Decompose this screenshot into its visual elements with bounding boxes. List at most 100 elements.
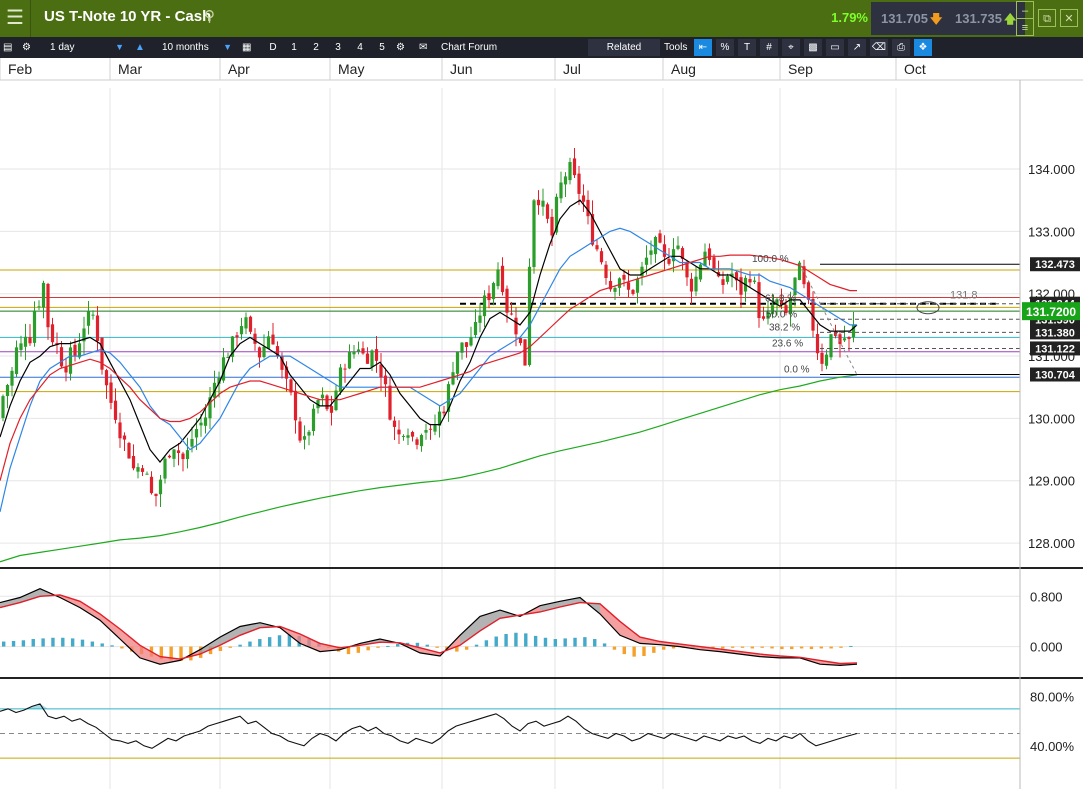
print-icon[interactable]: ⎙ [892, 39, 910, 56]
tools-label[interactable]: Tools [664, 37, 687, 58]
candle-down [415, 439, 419, 445]
y-tick-label: 129.000 [1028, 474, 1075, 489]
macd-histogram-bar [11, 640, 16, 647]
month-label: Sep [788, 61, 813, 77]
candle-down [379, 364, 383, 378]
candle-down [631, 289, 635, 294]
calendar-icon[interactable]: ▦ [242, 37, 251, 58]
candle-up [635, 279, 640, 293]
zoom-button-2[interactable]: 2 [307, 39, 325, 56]
bar-chart-icon[interactable]: ▭ [826, 39, 844, 56]
back-arrow-icon[interactable]: ⇤ [694, 39, 712, 56]
candle-up [703, 251, 707, 267]
zoom-button-d[interactable]: D [264, 39, 282, 56]
candle-up [266, 336, 271, 349]
related-button[interactable]: Related [588, 39, 660, 56]
candle-up [185, 450, 190, 460]
candle-down [113, 400, 118, 420]
hamburger-menu-icon[interactable]: ☰ [0, 0, 31, 37]
candle-down [662, 244, 667, 257]
close-icon[interactable]: ✕ [1060, 9, 1078, 27]
candle-up [563, 176, 568, 185]
chart-forum-link[interactable]: Chart Forum [441, 37, 497, 58]
eraser-icon[interactable]: ⌫ [870, 39, 888, 56]
chevron-down-icon: ▼ [115, 42, 124, 52]
candle-up [370, 350, 374, 367]
minimize-icon[interactable]: – [1016, 1, 1034, 19]
zoom-button-4[interactable]: 4 [351, 39, 369, 56]
candle-down [658, 233, 662, 243]
layout-icon[interactable]: ❖ [914, 39, 932, 56]
chat-bubble-icon: ✉ [419, 42, 428, 53]
candle-up [401, 435, 406, 437]
candle-up [158, 479, 163, 495]
text-tool-icon[interactable]: T [738, 39, 756, 56]
candle-down [599, 251, 604, 263]
draw-line-icon[interactable]: ↗ [848, 39, 866, 56]
instrument-header: ☰ US T-Note 10 YR - Cash ⚲ 1.79% 131.705… [0, 0, 1083, 37]
fibonacci-level-label: 100.0 % [752, 254, 789, 265]
macd-histogram-bar [484, 640, 489, 647]
grid-icon[interactable]: # [760, 39, 778, 56]
candle-down [104, 370, 109, 386]
percent-icon[interactable]: % [716, 39, 734, 56]
candle-up [262, 346, 266, 358]
macd-histogram-bar [602, 643, 607, 647]
candle-up [302, 436, 307, 440]
ask-up-arrow-icon: 🡅 [1004, 12, 1017, 26]
macd-histogram-bar [248, 641, 252, 647]
macd-histogram-bar [425, 644, 429, 647]
candle-down [518, 338, 523, 344]
annotation-label: 131.8 [950, 290, 978, 302]
candle-up [653, 237, 658, 255]
chart-list-icon[interactable]: ▤ [3, 37, 12, 58]
crosshair-icon[interactable]: ⌖ [782, 39, 800, 56]
window-controls: – ≡ ⧉ ✕ [1016, 0, 1083, 37]
candle-down [154, 493, 158, 497]
price-chart[interactable]: Feb Mar Apr May Jun Jul Aug Sep Oct 128.000 129.0… [0, 58, 1083, 789]
interval-select[interactable]: 1 day ▼ [50, 39, 126, 56]
macd-histogram-bar [642, 646, 646, 656]
candle-down [329, 406, 334, 413]
daily-change: 1.79% [831, 10, 868, 25]
macd-histogram-bar [661, 646, 666, 650]
candle-up [19, 343, 23, 350]
range-select[interactable]: 10 months ▼ [162, 39, 234, 56]
chart-settings-gear-icon[interactable]: ⚙ [396, 37, 405, 58]
zoom-button-5[interactable]: 5 [373, 39, 391, 56]
candle-up [752, 280, 757, 282]
candle-up [347, 351, 352, 369]
settings-gear-icon[interactable]: ⚙ [22, 37, 31, 58]
fibonacci-level-label: 61.8 % [765, 294, 796, 305]
macd-histogram-bar [356, 646, 361, 653]
lock-icon[interactable]: ▲ [135, 37, 145, 58]
candle-up [541, 200, 545, 207]
macd-histogram-bar [819, 646, 823, 649]
macd-histogram-bar [238, 644, 242, 647]
candle-down [131, 455, 136, 469]
candle-up [14, 347, 19, 375]
bid-down-arrow-icon: 🡇 [930, 12, 943, 26]
zoom-button-1[interactable]: 1 [285, 39, 303, 56]
macd-histogram-bar [730, 646, 735, 648]
candle-up [559, 182, 563, 199]
zoom-button-3[interactable]: 3 [329, 39, 347, 56]
candlestick-icon[interactable]: ▩ [804, 39, 822, 56]
candle-up [469, 337, 473, 346]
candle-up [307, 431, 311, 436]
candle-down [397, 429, 401, 435]
macd-histogram-bar [514, 632, 518, 647]
candle-down [500, 265, 505, 293]
candle-up [419, 435, 424, 447]
macd-histogram-bar [504, 634, 508, 647]
candle-up [356, 349, 361, 352]
options-icon[interactable]: ≡ [1016, 18, 1034, 36]
macd-histogram-bar [573, 637, 577, 647]
candle-down [46, 283, 50, 328]
candle-up [203, 417, 208, 426]
macd-histogram-bar [474, 644, 479, 647]
search-icon[interactable]: ⚲ [204, 7, 215, 25]
popout-icon[interactable]: ⧉ [1038, 9, 1056, 27]
bid-price-button[interactable]: 131.705 🡇 [871, 2, 953, 35]
ask-price-button[interactable]: 131.735 🡅 [945, 2, 1025, 35]
